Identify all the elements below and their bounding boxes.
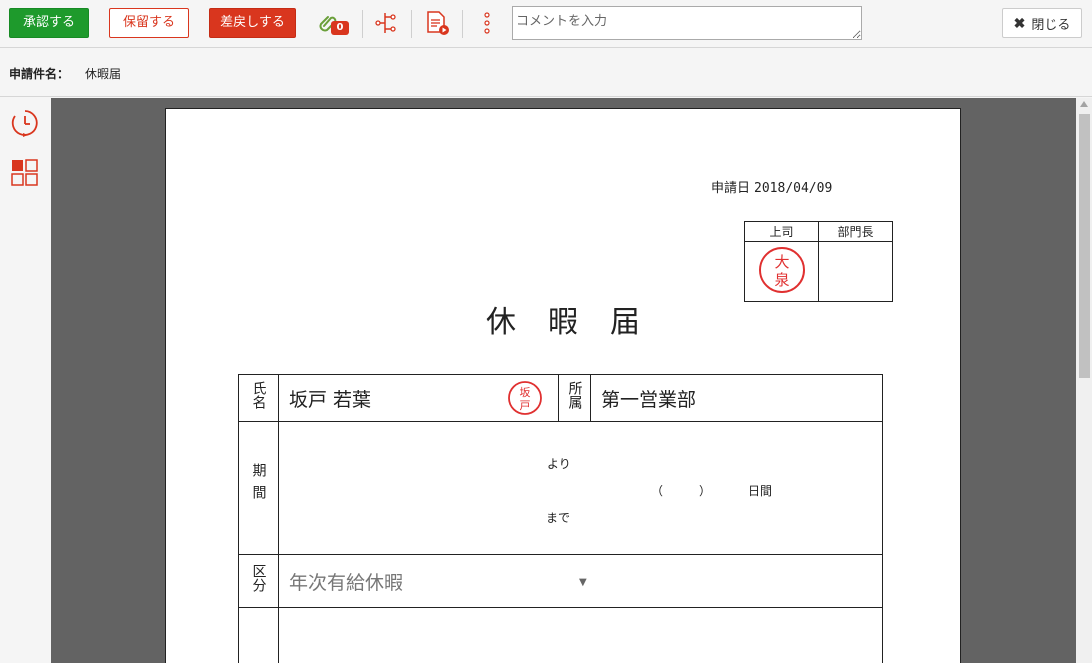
boss-seal-stamp: 大 泉 (758, 247, 805, 293)
applicant-seal-stamp: 坂 戸 (508, 381, 542, 415)
period-from-label: より (547, 457, 571, 471)
attachment-button[interactable]: 0 (314, 8, 349, 38)
toolbar: 承認する 保留する 差戻しする 0 コメントを入力 ✖ 閉じる (0, 0, 1092, 48)
toolbar-divider (462, 10, 463, 38)
leave-form-table: 氏名 坂戸 若葉 坂 戸 所属 第一営業部 期間 より （ ） 日間 まで 区分… (238, 374, 883, 663)
manager-stamp-cell (818, 241, 893, 302)
period-to-label: まで (546, 511, 571, 525)
comment-input[interactable] (512, 6, 862, 40)
flow-route-icon (375, 13, 396, 33)
history-button[interactable] (10, 108, 40, 138)
subject-value: 休暇届 (85, 67, 122, 81)
period-days-label: 日間 (748, 484, 773, 498)
leave-type-value: 年次有給休暇 (289, 571, 404, 594)
dept-label: 所属 (558, 374, 591, 422)
subject-bar: 申請件名： 休暇届 (0, 49, 1092, 97)
period-days-paren: （ ） (651, 484, 712, 498)
name-field: 坂戸 若葉 坂 戸 (278, 374, 559, 422)
return-button[interactable]: 差戻しする (209, 8, 296, 38)
svg-text:坂: 坂 (520, 386, 531, 399)
approve-button[interactable]: 承認する (9, 8, 89, 38)
close-x-icon: ✖ (1013, 14, 1026, 31)
close-button[interactable]: ✖ 閉じる (1002, 8, 1082, 38)
more-menu-button[interactable] (472, 8, 502, 38)
clock-history-icon (11, 110, 38, 137)
close-button-label: 閉じる (1031, 16, 1071, 32)
svg-text:戸: 戸 (520, 399, 531, 412)
dropdown-arrow-icon: ▼ (579, 577, 587, 588)
approval-header: 上司 (744, 221, 819, 242)
approval-header: 部門長 (818, 221, 893, 242)
scroll-up-arrow-icon[interactable] (1080, 101, 1088, 107)
document-play-icon (427, 11, 449, 35)
toolbar-divider (362, 10, 363, 38)
subject-label: 申請件名： (9, 67, 70, 81)
reason-label (238, 607, 279, 663)
type-label: 区分 (238, 554, 279, 608)
leave-type-select[interactable]: 年次有給休暇 ▼ (278, 554, 883, 608)
application-date: 申請日 2018/04/09 (711, 181, 833, 196)
period-label: 期間 (238, 421, 279, 555)
period-field[interactable]: より （ ） 日間 まで (278, 421, 883, 555)
dept-value: 第一営業部 (590, 374, 883, 422)
layout-button[interactable] (10, 158, 40, 188)
svg-text:泉: 泉 (774, 271, 789, 289)
side-panel (0, 98, 51, 663)
viewer-scrollbar[interactable] (1076, 98, 1092, 663)
name-label: 氏名 (238, 374, 279, 422)
name-value: 坂戸 若葉 (289, 388, 372, 411)
scroll-thumb[interactable] (1079, 114, 1090, 378)
vertical-dots-icon (484, 12, 490, 34)
document-viewer[interactable]: 申請日 2018/04/09 上司 部門長 大 泉 休暇届 氏名 坂戸 若葉 坂… (51, 98, 1076, 663)
reason-field[interactable] (278, 607, 883, 663)
route-button[interactable] (371, 8, 401, 38)
boss-stamp-cell: 大 泉 (744, 241, 819, 302)
grid-layout-icon (11, 159, 38, 186)
document-title: 休暇届 (486, 305, 672, 340)
attachment-count-badge: 0 (331, 21, 349, 35)
svg-text:大: 大 (774, 253, 789, 271)
toolbar-divider (411, 10, 412, 38)
application-date-value: 2018/04/09 (754, 181, 833, 196)
hold-button[interactable]: 保留する (109, 8, 189, 38)
approval-stamp-table: 上司 部門長 大 泉 (744, 221, 893, 302)
preview-button[interactable] (422, 8, 452, 38)
document-page: 申請日 2018/04/09 上司 部門長 大 泉 休暇届 氏名 坂戸 若葉 坂… (165, 108, 961, 663)
